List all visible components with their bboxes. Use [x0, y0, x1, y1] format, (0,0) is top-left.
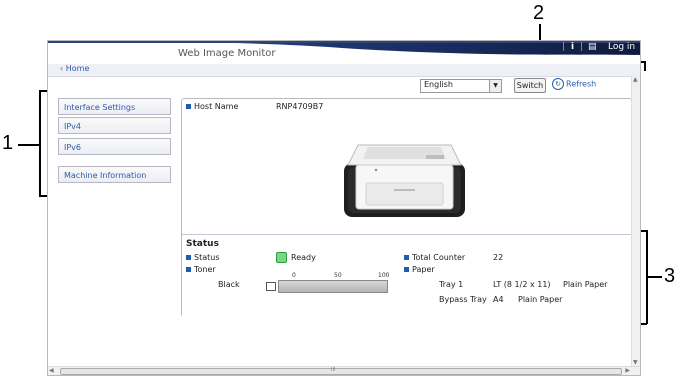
callout-1: 1: [2, 132, 14, 154]
sidebar-item-ipv6[interactable]: IPv6: [58, 138, 171, 155]
toner-label: Toner: [186, 265, 216, 274]
horizontal-scroll-thumb[interactable]: III: [60, 367, 622, 375]
grip-icon: III: [331, 367, 336, 373]
bullet-icon: [186, 267, 191, 272]
device-panel: Host Name RNP4709B7 Status Status Ready …: [181, 98, 632, 317]
toner-scale-0: 0: [292, 272, 296, 279]
host-name-label: Host Name: [186, 102, 238, 111]
toner-icon: [266, 282, 276, 291]
callout-3-bracket: [646, 230, 648, 324]
language-toolbar: English ▼ Switch ↻ Refresh: [420, 78, 640, 94]
callout-1-line: [18, 144, 40, 146]
separator-icon: |: [562, 42, 566, 52]
header-bar: Web Image Monitor i | | ▤ Log in: [48, 41, 640, 64]
callout-1-bracket: [39, 90, 41, 196]
printer-image: [344, 144, 465, 217]
toner-scale-100: 100: [378, 272, 390, 279]
callout-2: 2: [533, 2, 545, 24]
bullet-icon: [186, 104, 191, 109]
bullet-icon: [404, 267, 409, 272]
tray1-type: Plain Paper: [563, 280, 608, 289]
bypass-tray-label: Bypass Tray: [439, 295, 487, 304]
home-link[interactable]: ‹ Home: [60, 64, 89, 73]
refresh-button[interactable]: ↻ Refresh: [552, 78, 596, 90]
total-counter-value: 22: [493, 253, 504, 262]
paper-label: Paper: [404, 265, 435, 274]
bullet-icon: [186, 255, 191, 260]
tray1-label: Tray 1: [439, 280, 464, 289]
app-title: Web Image Monitor: [178, 48, 276, 59]
toner-level-bar: [278, 280, 388, 293]
horizontal-scrollbar[interactable]: ◀ III ▶: [48, 366, 640, 375]
breadcrumb: ‹ Home: [48, 64, 640, 77]
ready-icon: [276, 252, 287, 263]
bullet-icon: [404, 255, 409, 260]
sidebar-item-machine-information[interactable]: Machine Information: [58, 166, 171, 183]
status-title: Status: [186, 239, 219, 249]
status-value: Ready: [276, 252, 316, 263]
sidebar-item-interface-settings[interactable]: Interface Settings: [58, 98, 171, 115]
status-label: Status: [186, 253, 220, 262]
header-swoosh: [48, 41, 640, 55]
sidebar-item-ipv4[interactable]: IPv4: [58, 117, 171, 134]
toner-scale-50: 50: [334, 272, 342, 279]
login-icon[interactable]: ▤: [588, 42, 597, 52]
separator-icon: |: [580, 42, 584, 52]
callout-3-line: [646, 276, 662, 278]
scroll-down-icon[interactable]: ▼: [633, 359, 638, 366]
callout-3: 3: [664, 265, 676, 287]
scroll-right-icon[interactable]: ▶: [625, 367, 630, 374]
login-link[interactable]: Log in: [608, 42, 635, 52]
switch-button[interactable]: Switch: [514, 78, 546, 93]
chevron-down-icon[interactable]: ▼: [489, 80, 501, 92]
scroll-up-icon[interactable]: ▲: [633, 76, 638, 83]
bypass-tray-type: Plain Paper: [518, 295, 563, 304]
language-select[interactable]: English ▼: [420, 79, 502, 93]
status-section: Status Status Ready Toner 0 50 100 Black…: [182, 234, 631, 317]
total-counter-label: Total Counter: [404, 253, 465, 262]
toner-color: Black: [218, 280, 240, 289]
info-icon[interactable]: i: [571, 42, 574, 52]
vertical-scrollbar[interactable]: ▲ ▼: [631, 76, 640, 366]
bypass-tray-size: A4: [493, 295, 504, 304]
browser-window: Web Image Monitor i | | ▤ Log in ‹ Home …: [47, 40, 641, 376]
host-name-value: RNP4709B7: [276, 102, 324, 111]
tray1-size: LT (8 1/2 x 11): [493, 280, 551, 289]
scroll-left-icon[interactable]: ◀: [49, 367, 54, 374]
refresh-icon: ↻: [552, 78, 564, 90]
